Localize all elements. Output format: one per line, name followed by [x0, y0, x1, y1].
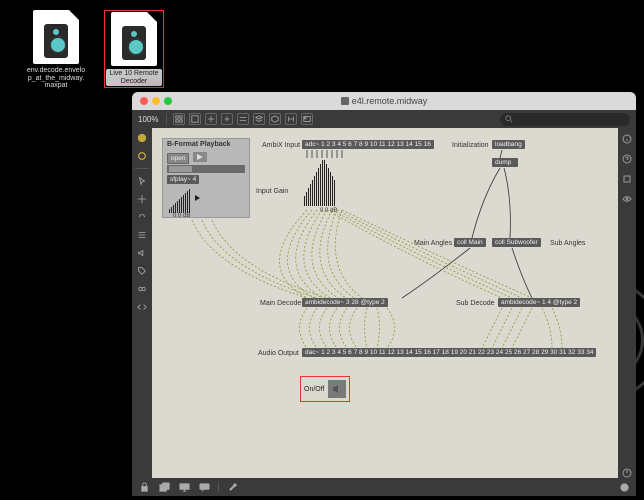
- coll-main-object[interactable]: coll Main: [454, 238, 486, 247]
- bformat-gain-db: 0.0 dB: [173, 213, 190, 219]
- patcher-canvas[interactable]: B-Format Playback open sfplay~ 4 0.0 dB …: [152, 128, 618, 478]
- statusbar: [132, 478, 636, 496]
- dac-object[interactable]: dac~ 1 2 3 4 5 6 7 8 9 10 11 12 13 14 15…: [302, 348, 596, 357]
- ezdac-toggle[interactable]: [328, 380, 346, 398]
- onoff-highlight: On/Off: [300, 376, 350, 402]
- file-label: env.decode.envelop_at_the_midway.maxpat: [26, 67, 86, 90]
- sub-decode-label: Sub Decode: [456, 300, 495, 307]
- presentation-icon[interactable]: [178, 481, 190, 493]
- left-toolbar: [132, 128, 152, 478]
- left-tool-code-icon[interactable]: [136, 301, 148, 313]
- search-icon: [505, 115, 513, 123]
- zoom-level[interactable]: 100%: [138, 115, 160, 124]
- main-angles-label: Main Angles: [414, 240, 452, 247]
- left-tool-circle-icon[interactable]: [136, 150, 148, 162]
- left-tool-tag-icon[interactable]: [136, 265, 148, 277]
- toolbar-img-icon[interactable]: [301, 113, 313, 125]
- bformat-title: B-Format Playback: [167, 141, 230, 148]
- wrench-icon[interactable]: [227, 481, 239, 493]
- main-decode-label: Main Decode: [260, 300, 301, 307]
- left-tool-link2-icon[interactable]: [136, 283, 148, 295]
- sfplay-object[interactable]: sfplay~ 4: [167, 175, 199, 184]
- ambix-input-label: AmbiX Input: [262, 142, 300, 149]
- left-tool-sound-icon[interactable]: [136, 247, 148, 259]
- file-icon-1[interactable]: env.decode.envelop_at_the_midway.maxpat: [26, 10, 86, 90]
- sub-decode-object[interactable]: ambidecode~ 1 4 @type 2: [498, 298, 580, 307]
- left-tool-move-icon[interactable]: [136, 193, 148, 205]
- input-gain[interactable]: [304, 158, 335, 206]
- toolbar-arrows-icon[interactable]: [221, 113, 233, 125]
- search-input[interactable]: [500, 113, 630, 126]
- input-gain-label: Input Gain: [256, 188, 288, 195]
- right-toolbar: [618, 128, 636, 478]
- left-tool-link-icon[interactable]: [136, 211, 148, 223]
- coll-sub-object[interactable]: coll Subwoofer: [492, 238, 541, 247]
- left-tool-sphere-icon[interactable]: [136, 132, 148, 144]
- toolbar-layers-icon[interactable]: [253, 113, 265, 125]
- status-power-icon[interactable]: [618, 481, 630, 493]
- toolbar-cube-icon[interactable]: [269, 113, 281, 125]
- right-eye-icon[interactable]: [622, 194, 632, 204]
- sub-angles-label: Sub Angles: [550, 240, 585, 247]
- play-icon[interactable]: [193, 152, 207, 162]
- desktop: env.decode.envelop_at_the_midway.maxpat …: [0, 0, 644, 500]
- playback-slider[interactable]: [167, 165, 245, 173]
- open-button[interactable]: open: [167, 153, 189, 164]
- windows-icon[interactable]: [158, 481, 170, 493]
- titlebar: e4l.remote.midway: [132, 92, 636, 110]
- left-tool-list-icon[interactable]: [136, 229, 148, 241]
- top-toolbar: 100%: [132, 110, 636, 128]
- file-label: Live 10 Remote Decoder: [106, 69, 162, 86]
- file-icon-2[interactable]: Live 10 Remote Decoder: [104, 10, 164, 88]
- dump-object[interactable]: dump: [492, 158, 518, 167]
- left-tool-cursor-icon[interactable]: [136, 175, 148, 187]
- right-info-icon[interactable]: [622, 134, 632, 144]
- toolbar-snap-icon[interactable]: [189, 113, 201, 125]
- input-gain-db: 0.0 dB: [320, 208, 337, 214]
- onoff-label: On/Off: [304, 386, 325, 393]
- right-question-icon[interactable]: [622, 154, 632, 164]
- lock-icon[interactable]: [138, 481, 150, 493]
- main-decode-object[interactable]: ambidecode~ 3 28 @type 2: [302, 298, 388, 307]
- right-power-icon[interactable]: [622, 468, 632, 478]
- loadbang-object[interactable]: loadbang: [492, 140, 525, 149]
- bformat-gain[interactable]: [169, 187, 190, 213]
- bformat-panel: B-Format Playback open sfplay~ 4 0.0 dB: [162, 138, 250, 218]
- toolbar-h-icon[interactable]: [285, 113, 297, 125]
- toolbar-dashes-icon[interactable]: [237, 113, 249, 125]
- window-title: e4l.remote.midway: [132, 96, 636, 106]
- toolbar-plus-icon[interactable]: [205, 113, 217, 125]
- message-icon[interactable]: [198, 481, 210, 493]
- app-window: e4l.remote.midway 100%: [132, 92, 636, 496]
- audio-output-label: Audio Output: [258, 350, 299, 357]
- toolbar-grid-icon[interactable]: [173, 113, 185, 125]
- right-clip-icon[interactable]: [622, 174, 632, 184]
- initialization-label: Initialization: [452, 142, 489, 149]
- adc-object[interactable]: adc~ 1 2 3 4 5 6 7 8 9 10 11 12 13 14 15…: [302, 140, 434, 149]
